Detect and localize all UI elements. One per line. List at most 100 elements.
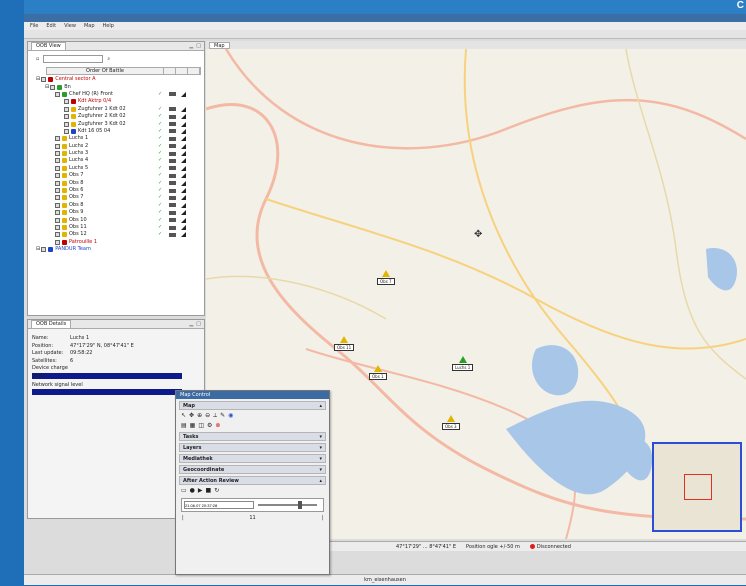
tree-checkbox[interactable] (55, 173, 60, 179)
tree-row[interactable]: Obs 8 ✓ (28, 202, 204, 209)
tree-row[interactable]: Luchs 4 ✓ (28, 157, 204, 164)
globe-icon[interactable]: ◉ (228, 412, 233, 419)
record-icon[interactable]: ● (190, 487, 195, 494)
tree-checkbox[interactable] (55, 158, 60, 164)
tree-checkbox[interactable] (55, 165, 60, 171)
tree-row[interactable]: Zugfuhrer 1 Kdt 02 ✓ (28, 106, 204, 113)
tree-checkbox[interactable] (55, 239, 60, 245)
menu-item-4[interactable]: Help (103, 22, 114, 30)
section-layers[interactable]: Layers ▾ (179, 443, 326, 452)
tab-oob-details[interactable]: OOB Details (31, 320, 72, 328)
search-input[interactable] (43, 55, 104, 63)
time-input[interactable] (184, 501, 254, 509)
unit-marker[interactable]: Obs 11 (334, 336, 355, 351)
minimize-icon[interactable]: ▁ (189, 43, 193, 49)
tree-checkbox[interactable] (55, 232, 60, 238)
column-device[interactable] (176, 68, 188, 74)
tree-row[interactable]: Obs 7 ✓ (28, 194, 204, 201)
menu-item-1[interactable]: Edit (46, 22, 56, 30)
palette-title[interactable]: Map Control (176, 391, 329, 399)
column-order-of-battle[interactable]: Order Of Battle (47, 68, 164, 74)
tree-row[interactable]: Chef HQ (R) Front ✓ (28, 91, 204, 98)
tree-row[interactable]: Kdt 16 05 04 ✓ (28, 128, 204, 135)
tree-checkbox[interactable] (64, 106, 69, 112)
pointer-icon[interactable]: ↖ (181, 412, 186, 419)
draw-icon[interactable]: ✎ (220, 412, 225, 419)
tree-row[interactable]: Zugfuhrer 2 Kdt 02 ✓ (28, 113, 204, 120)
filter-icon[interactable]: ▫ (36, 56, 39, 62)
tree-row[interactable]: Obs 7 ✓ (28, 172, 204, 179)
tree-checkbox[interactable] (55, 202, 60, 208)
section-mediathek[interactable]: Mediathek ▾ (179, 454, 326, 463)
tree-row[interactable]: ⊟ Bn (28, 83, 204, 90)
tree-row[interactable]: Kdt Aktrp 0/4 (28, 98, 204, 105)
tree-row[interactable]: ⊟ PANDUR Team (28, 246, 204, 253)
tree-row[interactable]: Luchs 5 ✓ (28, 165, 204, 172)
overview-map[interactable] (652, 442, 742, 532)
tree-row[interactable]: Obs 10 ✓ (28, 216, 204, 223)
menu-item-3[interactable]: Map (84, 22, 95, 30)
tree-checkbox[interactable] (55, 136, 60, 142)
tree-checkbox[interactable] (55, 91, 60, 97)
unit-marker[interactable]: Obs 7 (377, 270, 395, 285)
zoom-in-icon[interactable]: ⊕ (197, 412, 202, 419)
search-icon[interactable]: ⌕ (107, 56, 110, 62)
tree-checkbox[interactable] (55, 210, 60, 216)
play-icon[interactable]: ▶ (198, 487, 203, 494)
measure-icon[interactable]: ⟂ (213, 412, 217, 419)
column-signal[interactable] (188, 68, 200, 74)
tab-map[interactable]: Map (209, 41, 230, 49)
tree-row[interactable]: Luchs 3 ✓ (28, 150, 204, 157)
refresh-icon[interactable]: ↻ (214, 487, 219, 494)
section-after-action-review[interactable]: After Action Review ▴ (179, 476, 326, 485)
tree-checkbox[interactable] (64, 99, 69, 105)
tree-row[interactable]: Obs 8 ✓ (28, 179, 204, 186)
tree-checkbox[interactable] (55, 217, 60, 223)
tree-checkbox[interactable] (55, 151, 60, 157)
tree-checkbox[interactable] (55, 188, 60, 194)
tree-checkbox[interactable] (64, 114, 69, 120)
print-icon[interactable]: ▤ (181, 422, 187, 429)
section-tasks[interactable]: Tasks ▾ (179, 432, 326, 441)
tree-row[interactable]: Obs 11 ✓ (28, 224, 204, 231)
tree-row[interactable]: Luchs 2 ✓ (28, 143, 204, 150)
tree-checkbox[interactable] (64, 121, 69, 127)
tree-checkbox[interactable] (55, 180, 60, 186)
layers-icon[interactable]: ◫ (198, 422, 204, 429)
tree-checkbox[interactable] (55, 195, 60, 201)
delete-icon[interactable]: ⊗ (215, 422, 220, 429)
tree-checkbox[interactable] (64, 128, 69, 134)
tab-oob-view[interactable]: OOB View (31, 42, 66, 50)
tree-row[interactable]: Obs 6 ✓ (28, 187, 204, 194)
expand-icon[interactable]: ⊟ (36, 76, 40, 83)
unit-marker[interactable]: Obs 3 (442, 415, 460, 430)
tree-row[interactable]: Obs 9 ✓ (28, 209, 204, 216)
unit-marker[interactable]: Obs 1 (369, 365, 387, 380)
stop-icon[interactable]: ■ (206, 487, 212, 494)
folder-open-icon[interactable]: ▭ (181, 487, 187, 494)
column-status[interactable] (164, 68, 176, 74)
zoom-out-icon[interactable]: ⊖ (205, 412, 210, 419)
pan-icon[interactable]: ✥ (189, 412, 194, 419)
tree-row[interactable]: Luchs 1 ✓ (28, 135, 204, 142)
tree-checkbox[interactable] (50, 84, 56, 90)
section-geocoordinate[interactable]: Geocoordinate ▾ (179, 465, 326, 474)
overview-viewport-box[interactable] (684, 474, 712, 500)
tree-checkbox[interactable] (41, 77, 47, 83)
expand-icon[interactable]: ⊟ (36, 246, 40, 253)
tree-checkbox[interactable] (55, 143, 60, 149)
tree-row[interactable]: ⊟ Central sector A (28, 76, 204, 83)
maximize-icon[interactable]: □ (196, 321, 201, 327)
expand-icon[interactable]: ⊟ (45, 84, 49, 91)
time-slider[interactable] (258, 501, 317, 509)
section-map[interactable]: Map ▴ (179, 401, 326, 410)
menu-item-2[interactable]: View (64, 22, 76, 30)
maximize-icon[interactable]: □ (196, 43, 201, 49)
tree-row[interactable]: Obs 12 ✓ (28, 231, 204, 238)
grid-icon[interactable]: ▦ (190, 422, 196, 429)
menu-item-0[interactable]: File (30, 22, 38, 30)
tree-row[interactable]: Zugfuhrer 3 Kdt 02 ✓ (28, 120, 204, 127)
tree-checkbox[interactable] (55, 225, 60, 230)
tree-row[interactable]: Patrouille 1 (28, 239, 204, 246)
time-slider-thumb[interactable] (298, 501, 302, 509)
